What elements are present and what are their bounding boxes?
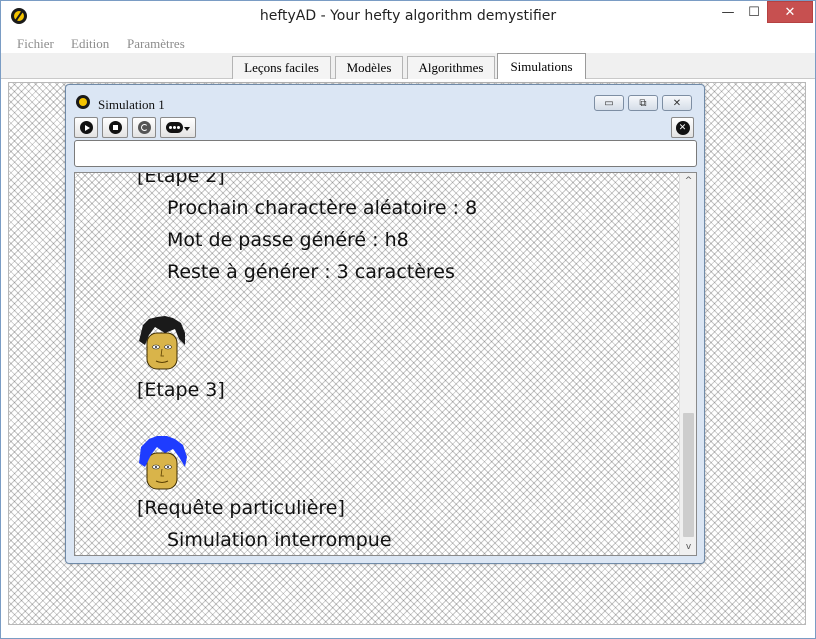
log-line: Prochain charactère aléatoire : 8 — [167, 197, 478, 219]
avatar-blue-hair — [139, 436, 187, 490]
log-line: Mot de passe généré : h8 — [167, 229, 409, 251]
close-button[interactable]: ✕ — [767, 1, 813, 23]
avatar-black-hair — [139, 316, 185, 370]
simulation-close-button[interactable]: ✕ — [662, 95, 692, 111]
simulation-window: Simulation 1 ▭ ⧉ ✕ ✕ [Etape 2] Prochain … — [65, 84, 705, 564]
log-line: Reste à générer : 3 caractères — [167, 261, 455, 283]
reset-button[interactable] — [132, 117, 156, 138]
more-options-button[interactable] — [160, 117, 196, 138]
scroll-up-arrow-icon[interactable]: ^ — [680, 173, 696, 189]
simulation-minimize-button[interactable]: ▭ — [594, 95, 624, 111]
log-step2-header: [Etape 2] — [137, 172, 225, 187]
simulation-log: [Etape 2] Prochain charactère aléatoire … — [74, 172, 697, 556]
stop-icon — [108, 121, 122, 134]
more-options-icon — [166, 122, 183, 133]
window-title: heftyAD - Your hefty algorithm demystifi… — [259, 8, 557, 24]
tab-lecons-faciles[interactable]: Leçons faciles — [232, 56, 331, 79]
menu-edition[interactable]: Edition — [71, 36, 109, 52]
simulation-window-title: Simulation 1 — [98, 97, 165, 112]
tab-bar: Leçons faciles Modèles Algorithmes Simul… — [1, 53, 815, 79]
menu-parametres[interactable]: Paramètres — [127, 36, 185, 52]
dropdown-caret-icon — [184, 126, 190, 131]
log-step3-header: [Etape 3] — [137, 379, 225, 401]
menu-bar: Fichier Edition Paramètres — [1, 33, 815, 53]
scroll-down-arrow-icon[interactable]: v — [680, 539, 696, 555]
tab-algorithmes[interactable]: Algorithmes — [407, 56, 495, 79]
tab-modeles[interactable]: Modèles — [335, 56, 403, 79]
play-button[interactable] — [74, 117, 98, 138]
log-request-header: [Requête particulière] — [137, 497, 345, 519]
menu-fichier[interactable]: Fichier — [17, 36, 54, 52]
title-bar[interactable]: heftyAD - Your hefty algorithm demystifi… — [1, 1, 815, 33]
simulation-app-icon — [76, 95, 90, 109]
play-icon — [79, 121, 93, 134]
maximize-button[interactable]: ☐ — [739, 1, 769, 23]
close-circle-icon: ✕ — [675, 120, 690, 135]
scrollbar-thumb[interactable] — [683, 413, 694, 537]
simulation-restore-button[interactable]: ⧉ — [628, 95, 658, 111]
close-simulation-button[interactable]: ✕ — [671, 117, 694, 138]
stop-button[interactable] — [102, 117, 128, 138]
log-line: Simulation interrompue — [167, 529, 392, 551]
simulation-input[interactable] — [74, 140, 697, 167]
vertical-scrollbar[interactable]: ^ v — [679, 173, 696, 555]
reset-icon — [137, 121, 151, 134]
tab-simulations[interactable]: Simulations — [497, 53, 586, 79]
